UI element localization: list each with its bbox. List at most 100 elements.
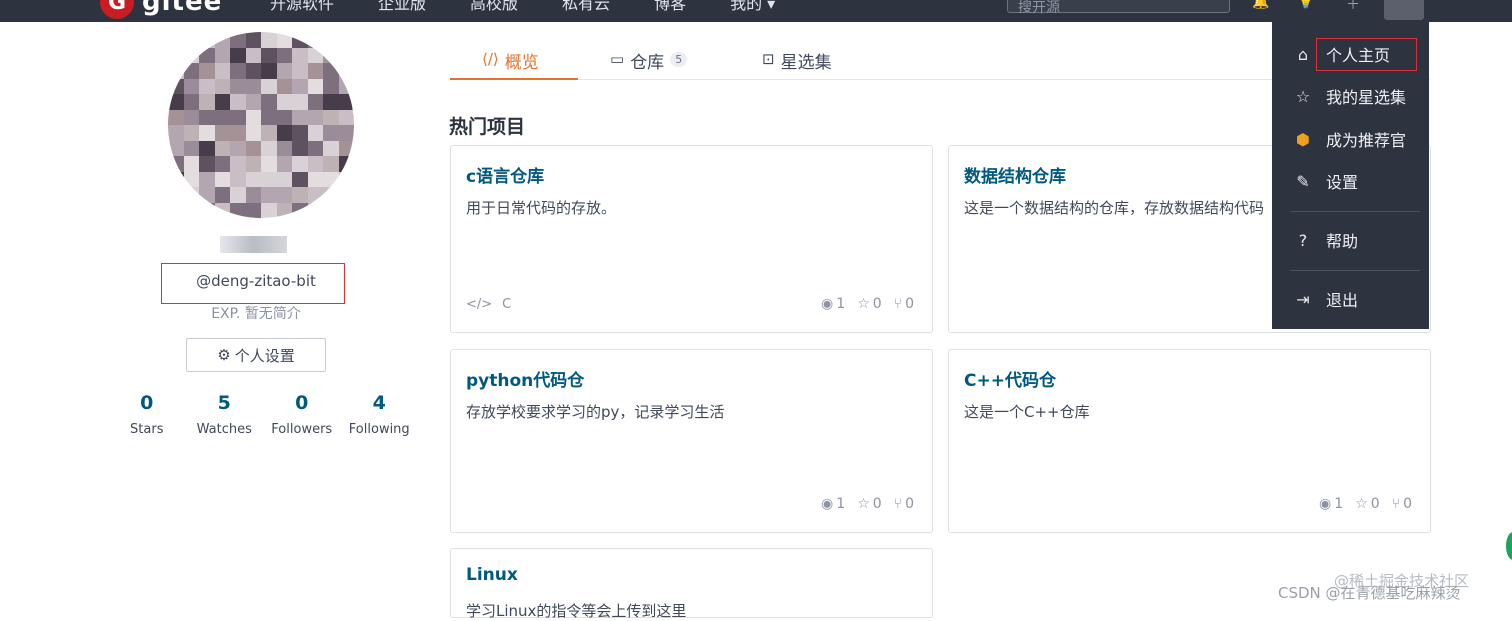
project-card[interactable]: Linux 学习Linux的指令等会上传到这里 (450, 548, 933, 620)
fork-count[interactable]: ⑂ 0 (1392, 496, 1412, 512)
avatar-pixel (214, 171, 230, 187)
menu-item-help[interactable]: ? 帮助 (1272, 222, 1429, 258)
star-count-value: 0 (872, 496, 882, 512)
avatar-pixel (292, 171, 308, 187)
avatar-pixel (230, 125, 246, 141)
star-count[interactable]: ☆ 0 (857, 496, 881, 512)
avatar-pixel (245, 140, 261, 156)
watch-count[interactable]: ◉ 1 (821, 496, 845, 512)
avatar-pixel (230, 171, 246, 187)
watch-count-value: 1 (1334, 496, 1344, 512)
stat-stars[interactable]: 0 Stars (108, 392, 186, 437)
nav-link-open-source[interactable]: 开源软件 (270, 0, 334, 14)
project-title[interactable]: C++代码仓 (964, 366, 1056, 391)
collection-icon: ⊡ (762, 50, 775, 68)
avatar-pixel (307, 47, 323, 63)
avatar-pixel (183, 63, 199, 79)
avatar-pixel (245, 202, 261, 218)
user-avatar-menu[interactable] (1384, 0, 1424, 20)
project-title[interactable]: python代码仓 (466, 366, 584, 391)
avatar-pixel (245, 47, 261, 63)
avatar-pixel (230, 187, 246, 203)
avatar-pixel (292, 78, 308, 94)
menu-item-logout[interactable]: ⇥ 退出 (1272, 281, 1429, 317)
stat-followers[interactable]: 0 Followers (263, 392, 341, 437)
avatar-pixel (168, 109, 184, 125)
project-title[interactable]: 数据结构仓库 (964, 162, 1066, 187)
nav-link-education[interactable]: 高校版 (470, 0, 518, 14)
nav-link-blog[interactable]: 博客 (654, 0, 686, 14)
menu-item-settings[interactable]: ✎ 设置 (1272, 163, 1429, 199)
search-input[interactable]: 搜开源 (1007, 0, 1230, 16)
fork-count-value: 0 (905, 496, 914, 512)
eye-icon: ◉ (821, 496, 834, 512)
plus-icon[interactable]: ＋ (1346, 0, 1360, 14)
avatar-pixel (168, 140, 184, 156)
avatar-pixel (261, 63, 277, 79)
avatar-pixel (230, 94, 246, 110)
overview-icon: ⟨/⟩ (482, 50, 499, 68)
nav-link-mine[interactable]: 我的 ▾ (730, 0, 775, 14)
personal-settings-button[interactable]: ⚙ 个人设置 (186, 338, 326, 372)
avatar-pixel (183, 140, 199, 156)
avatar-pixel (183, 32, 199, 48)
lightbulb-icon[interactable]: 💡 (1297, 0, 1314, 10)
menu-item-label: 设置 (1326, 173, 1359, 192)
tab-repos[interactable]: ▭ 仓库 5 (610, 44, 688, 80)
menu-item-my-collections[interactable]: ☆ 我的星选集 (1272, 78, 1429, 114)
nav-link-private-cloud[interactable]: 私有云 (562, 0, 610, 14)
avatar-pixel (261, 202, 277, 218)
star-count[interactable]: ☆ 0 (857, 296, 881, 312)
project-card[interactable]: c语言仓库 用于日常代码的存放。 </> C ◉ 1 ☆ 0 ⑂ 0 (450, 145, 933, 333)
gitee-logo[interactable]: G gitee (100, 0, 223, 19)
avatar-pixel (276, 94, 292, 110)
floating-widget[interactable] (1506, 532, 1512, 560)
fork-count[interactable]: ⑂ 0 (894, 296, 914, 312)
avatar-pixel (199, 202, 215, 218)
avatar-pixel (292, 109, 308, 125)
tab-overview[interactable]: ⟨/⟩ 概览 (450, 44, 578, 80)
nav-link-enterprise[interactable]: 企业版 (378, 0, 426, 14)
gitee-logo-text: gitee (142, 0, 223, 17)
avatar-pixel (199, 140, 215, 156)
watch-count[interactable]: ◉ 1 (1319, 496, 1343, 512)
star-icon: ☆ (857, 496, 870, 512)
fork-count[interactable]: ⑂ 0 (894, 496, 914, 512)
avatar-pixel (338, 32, 354, 48)
chevron-down-icon: ▾ (762, 0, 776, 13)
watch-count[interactable]: ◉ 1 (821, 296, 845, 312)
project-title[interactable]: Linux (466, 565, 518, 585)
project-card[interactable]: python代码仓 存放学校要求学习的py，记录学习生活 ◉ 1 ☆ 0 ⑂ 0 (450, 349, 933, 533)
avatar-pixel (199, 109, 215, 125)
fork-icon: ⑂ (1391, 496, 1401, 512)
avatar-pixel (276, 125, 292, 141)
avatar-pixel (323, 32, 339, 48)
avatar-pixel (245, 156, 261, 172)
avatar-pixel (199, 171, 215, 187)
stat-following[interactable]: 4 Following (341, 392, 419, 437)
eye-icon: ◉ (821, 296, 834, 312)
avatar-pixel (338, 47, 354, 63)
avatar-pixel (168, 125, 184, 141)
menu-divider (1290, 211, 1420, 212)
project-stats: ◉ 1 ☆ 0 ⑂ 0 (1319, 496, 1412, 512)
avatar-pixel (245, 125, 261, 141)
project-description: 存放学校要求学习的py，记录学习生活 (466, 403, 725, 421)
bell-icon[interactable]: 🔔 (1252, 0, 1269, 10)
star-count[interactable]: ☆ 0 (1355, 496, 1379, 512)
avatar-pixel (183, 187, 199, 203)
menu-item-recommender[interactable]: ⬢ 成为推荐官 (1272, 121, 1429, 157)
star-icon: ☆ (857, 296, 870, 312)
avatar-pixel (292, 125, 308, 141)
tab-collections[interactable]: ⊡ 星选集 (762, 44, 832, 80)
stat-value: 4 (372, 392, 386, 414)
project-card[interactable]: C++代码仓 这是一个C++仓库 ◉ 1 ☆ 0 ⑂ 0 (948, 349, 1431, 533)
stat-watches[interactable]: 5 Watches (186, 392, 264, 437)
avatar-pixel (261, 171, 277, 187)
section-title-popular-projects: 热门项目 (449, 116, 526, 138)
tab-collections-label: 星选集 (780, 53, 832, 73)
avatar-pixel (168, 32, 184, 48)
project-title[interactable]: c语言仓库 (466, 162, 544, 187)
avatar-pixel (338, 63, 354, 79)
avatar-pixel (230, 32, 246, 48)
